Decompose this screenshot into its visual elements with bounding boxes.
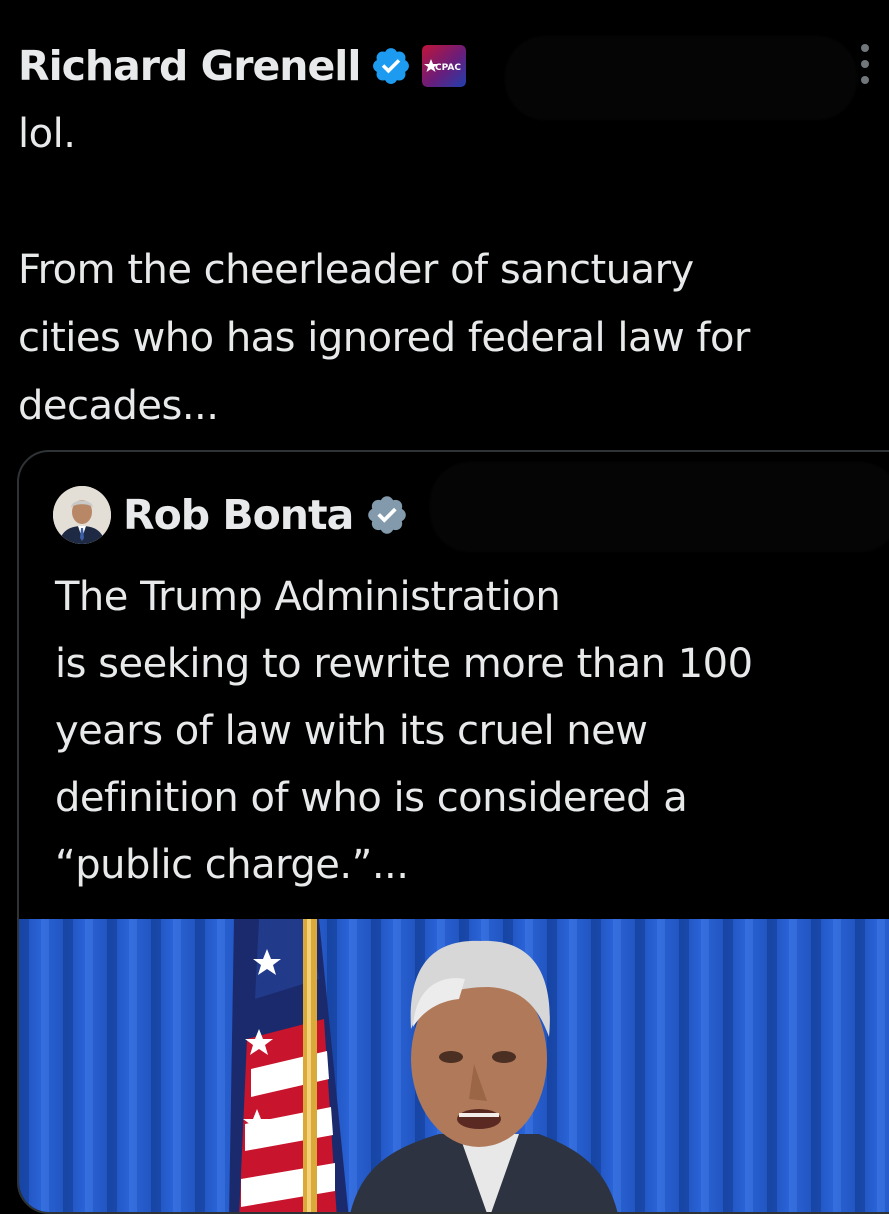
quoted-text-line: years of law with its cruel new — [55, 708, 648, 754]
post[interactable]: Richard Grenell CPAC lol. From the cheer… — [0, 0, 889, 1214]
quoted-post-text: The Trump Administration is seeking to r… — [55, 564, 875, 899]
cpac-badge-icon[interactable]: CPAC — [422, 45, 467, 87]
post-text-line — [18, 168, 878, 236]
cpac-badge-text: CPAC — [435, 63, 461, 73]
post-text: lol. From the cheerleader of sanctuary c… — [18, 100, 878, 440]
quoted-post-card[interactable]: Rob Bonta The Trump Administration is se… — [17, 450, 889, 1214]
verified-badge-gray-icon[interactable] — [365, 493, 409, 537]
quoted-post-image[interactable] — [19, 919, 889, 1212]
more-options-icon[interactable] — [859, 44, 871, 84]
author-name[interactable]: Richard Grenell — [18, 42, 361, 90]
quoted-text-line: is seeking to rewrite more than 100 — [55, 641, 753, 687]
redacted-quoted-handle — [430, 462, 889, 552]
quoted-post-header: Rob Bonta — [53, 484, 409, 546]
quoted-text-line: “public charge.”... — [55, 842, 409, 888]
quoted-text-line: definition of who is considered a — [55, 775, 688, 821]
post-text-line: lol. — [18, 111, 76, 157]
avatar[interactable] — [53, 486, 111, 544]
post-text-line: cities who has ignored federal law for — [18, 315, 750, 361]
post-text-line: decades... — [18, 383, 219, 429]
quoted-author-name[interactable]: Rob Bonta — [123, 491, 354, 539]
post-header: Richard Grenell CPAC — [18, 38, 467, 94]
verified-badge-icon[interactable] — [370, 45, 412, 87]
post-text-line: From the cheerleader of sanctuary — [18, 247, 694, 293]
quoted-text-line: The Trump Administration — [55, 574, 561, 620]
